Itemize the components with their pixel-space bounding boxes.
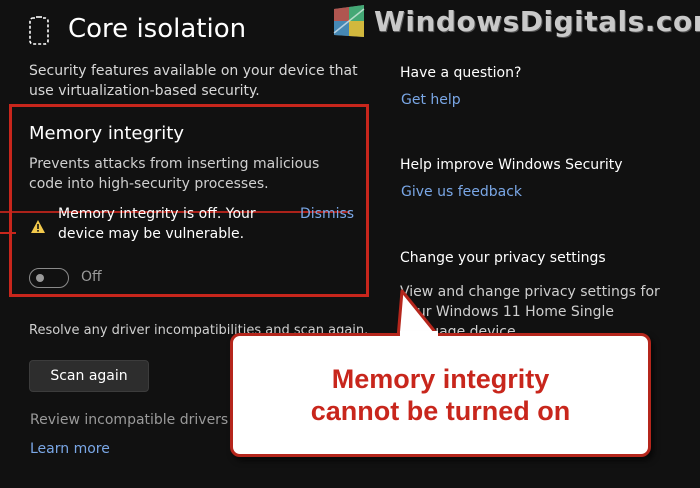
watermark-text: WindowsDigitals.com: [374, 5, 700, 38]
highlight-artifact-tick: [0, 232, 16, 234]
get-help-link[interactable]: Get help: [401, 92, 461, 108]
callout-line-1: Memory integrity: [331, 364, 550, 394]
memory-integrity-title: Memory integrity: [29, 123, 185, 144]
feedback-link[interactable]: Give us feedback: [401, 184, 522, 200]
improve-heading: Help improve Windows Security: [400, 157, 623, 173]
toggle-knob: [36, 274, 44, 282]
callout-text: Memory integrity cannot be turned on: [230, 333, 651, 457]
review-drivers-text: Review incompatible drivers: [30, 412, 229, 428]
core-isolation-icon: [28, 15, 50, 47]
warning-message: Memory integrity is off. Your device may…: [58, 206, 256, 242]
callout-line-2: cannot be turned on: [310, 396, 571, 426]
memory-integrity-toggle[interactable]: [29, 268, 69, 288]
scan-again-button[interactable]: Scan again: [29, 360, 149, 392]
question-heading: Have a question?: [400, 65, 522, 81]
dismiss-link[interactable]: Dismiss: [300, 204, 354, 224]
memory-integrity-description: Prevents attacks from inserting maliciou…: [29, 156, 320, 192]
windows-logo-icon: [330, 3, 368, 41]
page-title: Core isolation: [68, 14, 247, 44]
intro-text: Security features available on your devi…: [29, 63, 358, 99]
warning-icon: [31, 218, 45, 233]
toggle-state-label: Off: [81, 269, 102, 285]
privacy-heading: Change your privacy settings: [400, 250, 606, 266]
learn-more-link[interactable]: Learn more: [30, 441, 110, 457]
